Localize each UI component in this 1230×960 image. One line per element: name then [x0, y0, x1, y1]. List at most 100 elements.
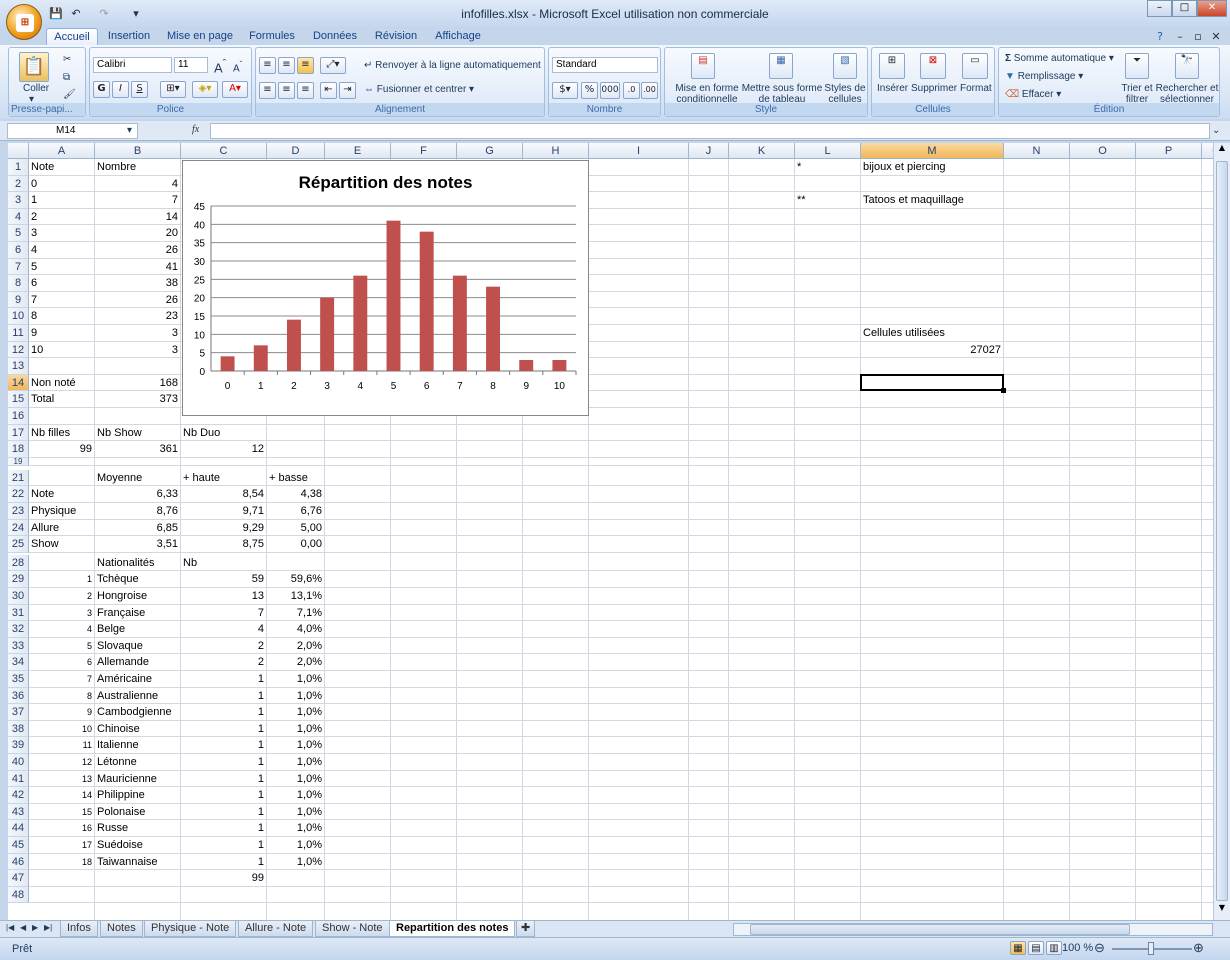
- cell-a2[interactable]: 0: [31, 176, 37, 192]
- insert-sheet-icon[interactable]: ✚: [516, 921, 536, 937]
- row-header[interactable]: 7: [8, 258, 29, 276]
- column-header[interactable]: O: [1070, 143, 1136, 159]
- cell-a22[interactable]: Note: [31, 486, 54, 502]
- paste-icon[interactable]: 📋: [19, 52, 49, 82]
- cell-d34[interactable]: 2,0%: [267, 654, 322, 670]
- font-name-select[interactable]: Calibri: [93, 57, 172, 73]
- bold-button[interactable]: G: [93, 81, 110, 98]
- sheet-tab-infos[interactable]: Infos: [60, 921, 98, 937]
- sheet-nav-next-icon[interactable]: ▶: [32, 923, 38, 932]
- zoom-in-icon[interactable]: ⊕: [1193, 940, 1204, 956]
- cell-c45[interactable]: 1: [181, 837, 264, 853]
- cell-c23[interactable]: 9,71: [181, 503, 264, 519]
- cell-b28[interactable]: Nationalités: [97, 555, 154, 571]
- cell-b21[interactable]: Moyenne: [97, 470, 142, 486]
- cell-a4[interactable]: 2: [31, 209, 37, 225]
- column-header[interactable]: M: [861, 143, 1004, 159]
- cell-m3[interactable]: Tatoos et maquillage: [863, 192, 964, 208]
- number-format-select[interactable]: Standard: [552, 57, 658, 73]
- scroll-down-icon[interactable]: ▼: [1215, 903, 1229, 919]
- cell-c33[interactable]: 2: [181, 638, 264, 654]
- cell-b5[interactable]: 20: [95, 225, 178, 241]
- minimize-icon[interactable]: –: [1147, 0, 1172, 17]
- cell-d36[interactable]: 1,0%: [267, 688, 322, 704]
- horizontal-scroll-thumb[interactable]: [750, 924, 1130, 935]
- cell-m11[interactable]: Cellules utilisées: [863, 325, 945, 341]
- cell-a9[interactable]: 7: [31, 292, 37, 308]
- row-header[interactable]: 24: [8, 519, 29, 537]
- cell-d29[interactable]: 59,6%: [267, 571, 322, 587]
- clear-button[interactable]: ⌫ Effacer ▾: [1005, 89, 1061, 100]
- tab-affichage[interactable]: Affichage: [430, 28, 486, 46]
- cell-a39[interactable]: 11: [29, 737, 92, 753]
- row-header[interactable]: 14: [8, 374, 29, 392]
- row-header[interactable]: 22: [8, 486, 29, 503]
- cell-b4[interactable]: 14: [95, 209, 178, 225]
- fill-handle[interactable]: [1001, 388, 1006, 394]
- font-color-icon[interactable]: A▾: [222, 81, 248, 98]
- cell-b45[interactable]: Suédoise: [97, 837, 143, 853]
- cell-m1[interactable]: bijoux et piercing: [863, 159, 946, 175]
- row-header[interactable]: 47: [8, 870, 29, 887]
- cell-c34[interactable]: 2: [181, 654, 264, 670]
- cell-d37[interactable]: 1,0%: [267, 704, 322, 720]
- cell-a44[interactable]: 16: [29, 820, 92, 836]
- sheet-tab-allure[interactable]: Allure - Note: [238, 921, 314, 937]
- cut-icon[interactable]: ✂: [63, 54, 71, 65]
- cell-a40[interactable]: 12: [29, 754, 92, 770]
- delete-cells-button[interactable]: Supprimer: [911, 83, 957, 94]
- tab-revision[interactable]: Révision: [370, 28, 422, 46]
- row-header[interactable]: 48: [8, 886, 29, 904]
- row-header[interactable]: 1: [8, 159, 29, 176]
- cell-c44[interactable]: 1: [181, 820, 264, 836]
- cell-b22[interactable]: 6,33: [95, 486, 178, 502]
- page-break-view-icon[interactable]: ▥: [1046, 941, 1062, 955]
- column-header[interactable]: Q: [1202, 143, 1213, 159]
- cell-c24[interactable]: 9,29: [181, 520, 264, 536]
- insert-cells-button[interactable]: Insérer: [877, 83, 908, 94]
- row-header[interactable]: 23: [8, 503, 29, 520]
- row-header[interactable]: 41: [8, 770, 29, 788]
- cell-c30[interactable]: 13: [181, 588, 264, 604]
- row-header[interactable]: 38: [8, 720, 29, 738]
- row-header[interactable]: 15: [8, 391, 29, 408]
- tab-mise-en-page[interactable]: Mise en page: [164, 28, 236, 46]
- cell-b31[interactable]: Française: [97, 605, 145, 621]
- column-header[interactable]: J: [689, 143, 729, 159]
- ribbon-close-icon[interactable]: ✕: [1208, 29, 1224, 45]
- cell-a3[interactable]: 1: [31, 192, 37, 208]
- cell-a17[interactable]: Nb filles: [31, 425, 70, 441]
- cell-styles-icon[interactable]: ▧: [833, 53, 857, 79]
- row-header[interactable]: 18: [8, 441, 29, 458]
- cell-d23[interactable]: 6,76: [267, 503, 322, 519]
- cell-c38[interactable]: 1: [181, 721, 264, 737]
- row-header[interactable]: 40: [8, 754, 29, 771]
- maximize-icon[interactable]: □: [1172, 0, 1197, 17]
- cell-a25[interactable]: Show: [31, 536, 59, 552]
- cell-a33[interactable]: 5: [29, 638, 92, 654]
- italic-button[interactable]: I: [112, 81, 129, 98]
- cell-a7[interactable]: 5: [31, 259, 37, 275]
- cell-b6[interactable]: 26: [95, 242, 178, 258]
- merge-center-button[interactable]: ⇔ Fusionner et centrer ▾: [364, 84, 474, 95]
- cell-b1[interactable]: Nombre: [97, 159, 136, 175]
- cell-a36[interactable]: 8: [29, 688, 92, 704]
- normal-view-icon[interactable]: ▦: [1010, 941, 1026, 955]
- percent-button[interactable]: %: [581, 82, 598, 99]
- format-painter-icon[interactable]: 🖌: [63, 89, 76, 100]
- row-header[interactable]: 5: [8, 225, 29, 242]
- row-header[interactable]: 34: [8, 654, 29, 671]
- cell-b15[interactable]: 373: [95, 391, 178, 407]
- cell-d40[interactable]: 1,0%: [267, 754, 322, 770]
- cell-b39[interactable]: Italienne: [97, 737, 139, 753]
- fill-color-icon[interactable]: ◈▾: [192, 81, 218, 98]
- cell-a31[interactable]: 3: [29, 605, 92, 621]
- cell-a45[interactable]: 17: [29, 837, 92, 853]
- cell-b8[interactable]: 38: [95, 275, 178, 291]
- format-cells-button[interactable]: Format: [960, 83, 992, 94]
- expand-formula-icon[interactable]: ⌄: [1212, 125, 1220, 136]
- help-icon[interactable]: ?: [1152, 29, 1168, 45]
- column-header[interactable]: H: [523, 143, 589, 159]
- find-select-button[interactable]: Rechercher et sélectionner: [1155, 83, 1219, 105]
- cell-d41[interactable]: 1,0%: [267, 771, 322, 787]
